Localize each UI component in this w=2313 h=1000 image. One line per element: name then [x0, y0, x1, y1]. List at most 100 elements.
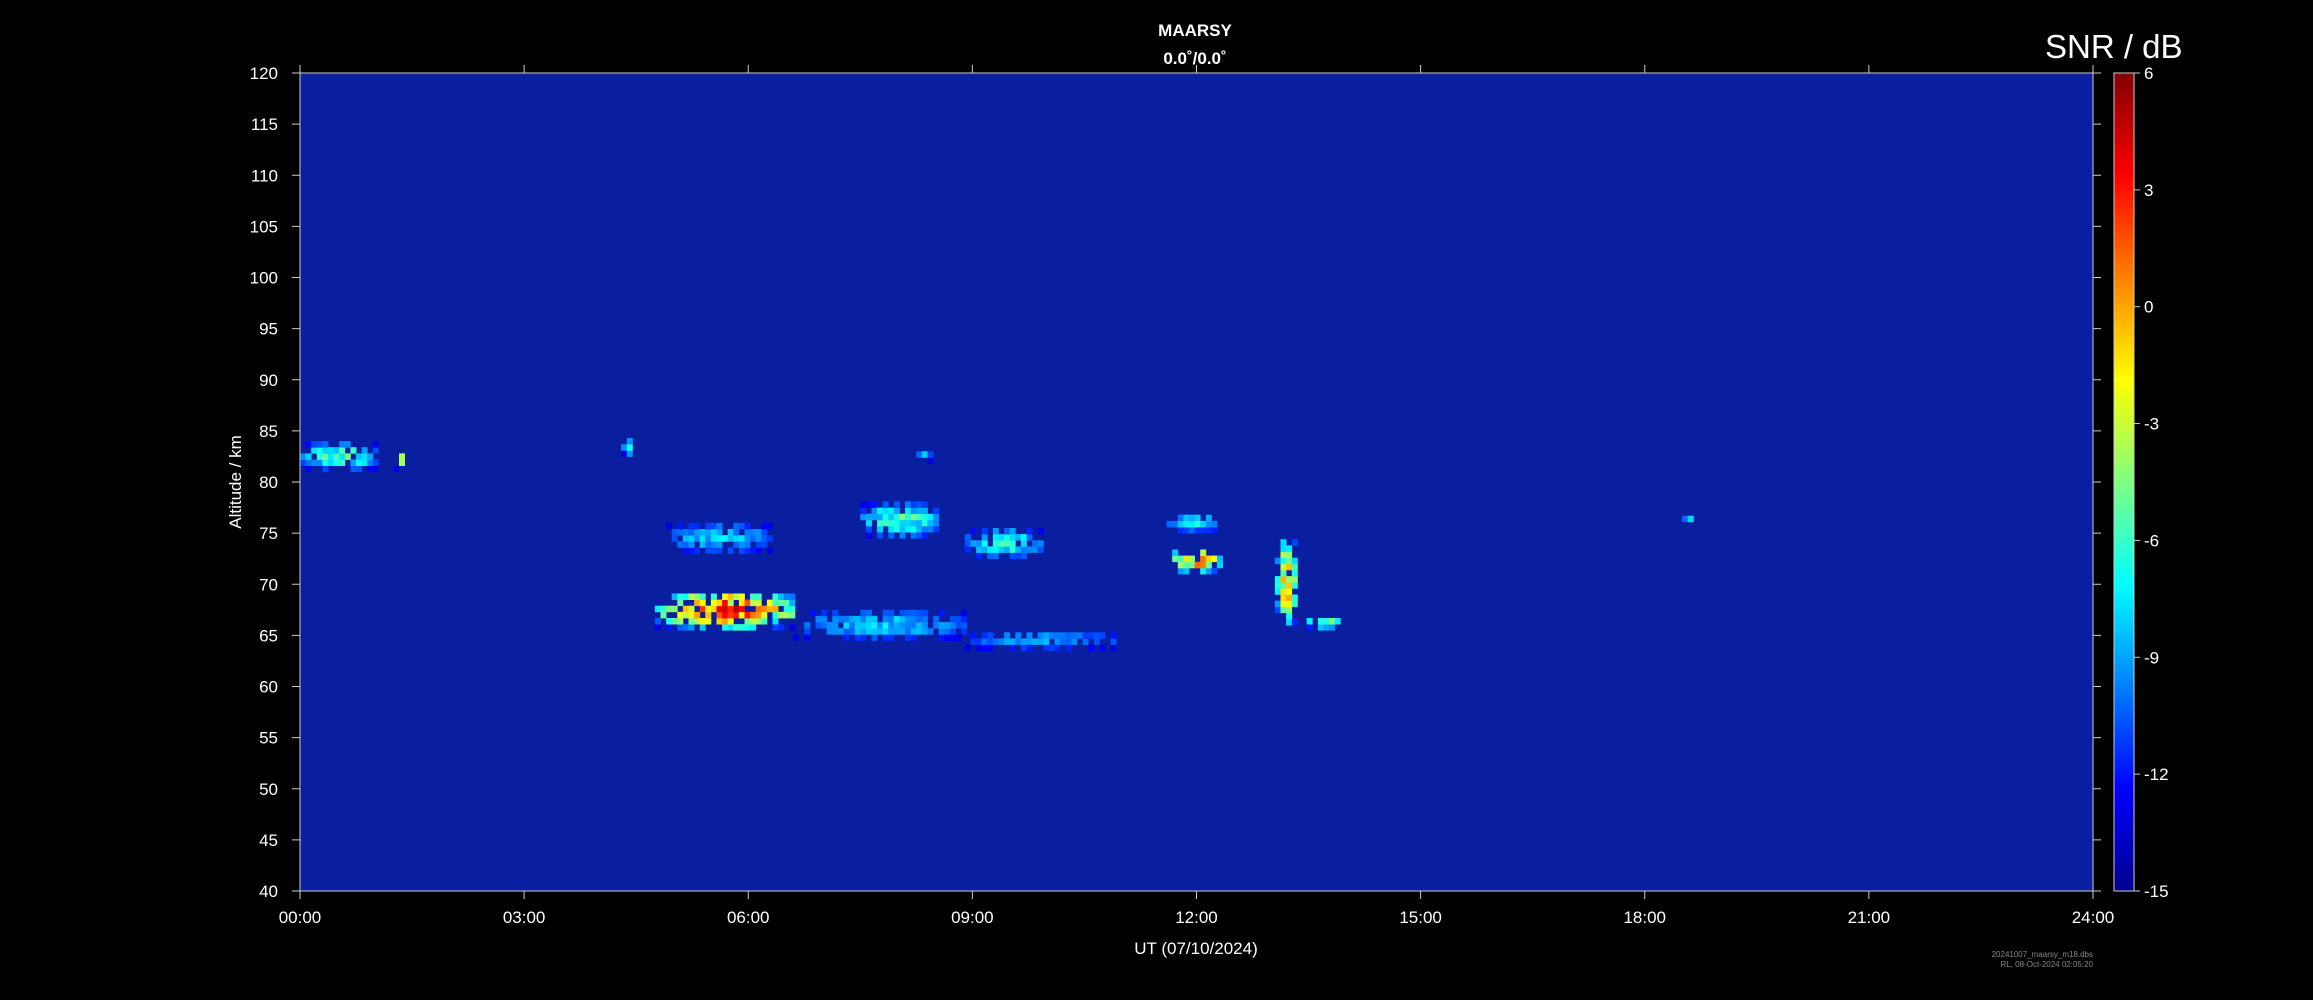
heatmap-cell: [1211, 527, 1218, 534]
heatmap-cell: [677, 618, 684, 625]
heatmap-cell: [1323, 624, 1330, 631]
heatmap-cell: [1043, 644, 1050, 652]
heatmap-cell: [950, 622, 956, 629]
heatmap-cell: [899, 609, 906, 617]
heatmap-cell: [976, 546, 983, 553]
heatmap-cell: [871, 615, 878, 623]
heatmap-cell: [987, 552, 994, 560]
colorbar-tick-label: 3: [2144, 181, 2153, 200]
x-tick-label: 06:00: [727, 908, 770, 927]
heatmap-cell: [1110, 638, 1117, 645]
heatmap-cell: [871, 513, 878, 521]
heatmap-cell: [860, 609, 867, 617]
heatmap-cell: [333, 447, 340, 454]
heatmap-cell: [882, 507, 889, 515]
heatmap-cell: [666, 618, 673, 625]
heatmap-cell: [744, 599, 751, 607]
heatmap-cell: [621, 444, 628, 451]
heatmap-cell: [910, 513, 917, 521]
heatmap-cell: [981, 534, 988, 541]
heatmap-cell: [916, 615, 923, 623]
heatmap-cell: [992, 552, 999, 560]
heatmap-cell: [1274, 606, 1281, 614]
heatmap-cell: [688, 605, 695, 613]
heatmap-cell: [910, 628, 917, 635]
heatmap-cell: [1286, 551, 1293, 558]
heatmap-cell: [755, 605, 762, 613]
heatmap-cell: [944, 634, 951, 641]
heatmap-cell: [865, 532, 872, 539]
colorbar-tick-label: -9: [2144, 648, 2159, 667]
heatmap-cell: [399, 453, 405, 460]
heatmap-cell: [333, 459, 340, 466]
heatmap-cell: [1020, 552, 1027, 560]
heatmap-cell: [987, 638, 994, 645]
heatmap-cell: [970, 540, 977, 547]
heatmap-cell: [778, 599, 785, 607]
heatmap-cell: [821, 615, 828, 623]
heatmap-chart: 00:00 03:00 06:00 09:00 12:00 15:00 18:00 21:00…: [226, 64, 2169, 958]
heatmap-cell: [727, 593, 734, 600]
heatmap-cell: [716, 547, 723, 554]
heatmap-cell: [888, 507, 895, 515]
heatmap-cell: [961, 628, 968, 635]
heatmap-cell: [933, 615, 940, 623]
heatmap-cell: [1217, 555, 1223, 563]
heatmap-cell: [1065, 632, 1072, 639]
heatmap-cell: [789, 605, 796, 613]
heatmap-cell: [772, 599, 779, 607]
heatmap-cell: [950, 615, 956, 623]
heatmap-cell: [1274, 582, 1281, 589]
heatmap-cell: [882, 501, 889, 508]
heatmap-cell: [1183, 567, 1190, 575]
heatmap-cell: [815, 615, 822, 623]
heatmap-cell: [755, 529, 762, 536]
heatmap-cell: [927, 457, 934, 464]
heatmap-cell: [882, 609, 889, 617]
heatmap-cell: [694, 529, 701, 536]
heatmap-cell: [710, 529, 717, 536]
heatmap-cell: [992, 638, 999, 645]
heatmap-cell: [766, 547, 773, 554]
heatmap-cell: [705, 522, 712, 530]
heatmap-cell: [722, 599, 729, 607]
heatmap-cell: [933, 507, 940, 515]
heatmap-cell: [893, 519, 900, 527]
heatmap-cell: [316, 441, 323, 448]
heatmap-cell: [905, 634, 912, 641]
heatmap-cell: [1205, 520, 1212, 528]
heatmap-cell: [865, 615, 872, 623]
heatmap-cell: [1291, 594, 1298, 601]
heatmap-cell: [815, 622, 822, 629]
heatmap-cell: [821, 622, 828, 629]
heatmap-cell: [699, 541, 706, 548]
heatmap-cell: [888, 609, 895, 617]
heatmap-cell: [666, 605, 673, 613]
heatmap-cell: [893, 507, 900, 515]
heatmap-cell: [1060, 638, 1067, 645]
heatmap-cell: [1088, 644, 1095, 652]
heatmap-cell: [854, 622, 861, 629]
heatmap-cell: [961, 615, 968, 623]
heatmap-cell: [1194, 561, 1201, 569]
heatmap-cell: [1682, 515, 1689, 523]
heatmap-cell: [916, 532, 923, 539]
heatmap-cell: [1054, 644, 1061, 652]
heatmap-cell: [727, 599, 734, 607]
heatmap-cell: [893, 628, 900, 635]
heatmap-cell: [843, 628, 850, 635]
heatmap-cell: [921, 532, 928, 539]
heatmap-cell: [809, 609, 816, 617]
heatmap-cell: [1205, 555, 1212, 563]
heatmap-cell: [877, 526, 884, 533]
heatmap-cell: [826, 622, 833, 629]
heatmap-cell: [761, 541, 768, 548]
heatmap-cell: [1286, 600, 1293, 608]
heatmap-cell: [1323, 618, 1330, 625]
heatmap-cell: [877, 628, 884, 635]
heatmap-cell: [1110, 644, 1117, 652]
heatmap-cell: [1306, 624, 1313, 631]
heatmap-cell: [671, 605, 678, 613]
heatmap-cell: [804, 628, 811, 635]
heatmap-cell: [1172, 520, 1179, 528]
